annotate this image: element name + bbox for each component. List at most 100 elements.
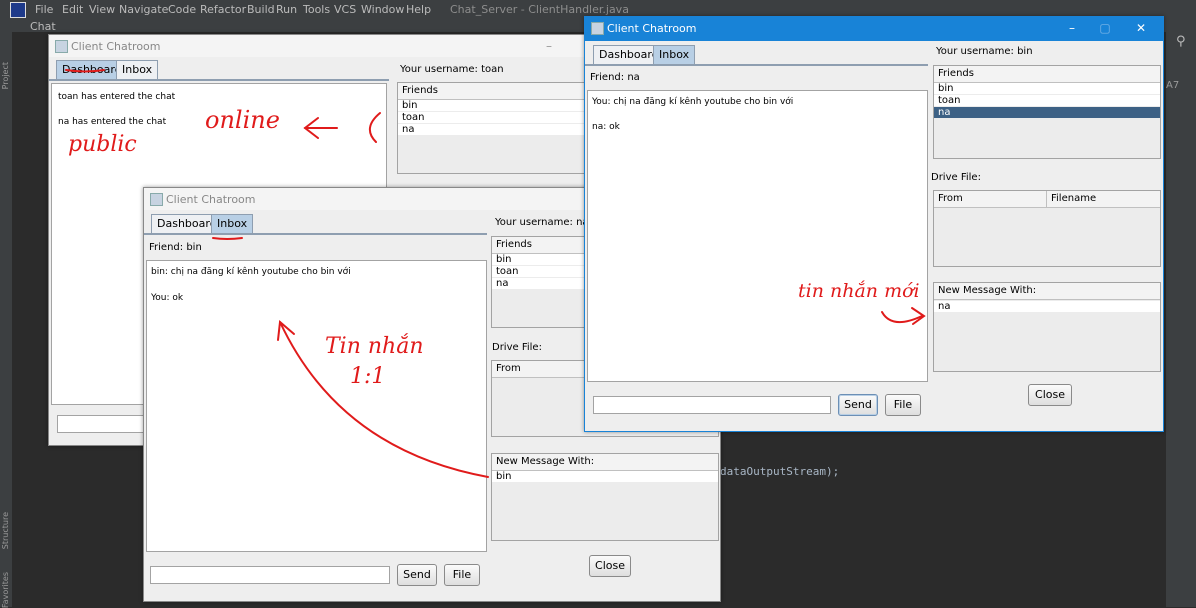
tab-underline <box>49 79 389 81</box>
username-caption: Your username: <box>936 46 1014 57</box>
warning-count: A7 <box>1166 80 1180 91</box>
menu-vcs[interactable]: VCS <box>334 3 356 16</box>
drive-column-from[interactable]: From <box>938 193 963 204</box>
drive-column-filename[interactable]: Filename <box>1046 191 1096 207</box>
username-label: Your username: toan <box>400 64 504 75</box>
menu-run[interactable]: Run <box>276 3 297 16</box>
menu-window[interactable]: Window <box>361 3 404 16</box>
friends-header: Friends <box>934 66 1160 83</box>
message-input[interactable] <box>150 566 390 584</box>
tab-underline <box>585 64 928 66</box>
new-message-header: New Message With: <box>492 454 718 471</box>
username-label: Your username: na <box>495 217 589 228</box>
friend-row[interactable]: toan <box>398 112 598 123</box>
message: na has entered the chat <box>58 117 167 127</box>
menu-refactor[interactable]: Refactor <box>200 3 246 16</box>
friend-row[interactable]: bin <box>934 83 1160 94</box>
friends-list: Friends bin toan na <box>933 65 1161 159</box>
window-title: Client Chatroom <box>607 22 697 35</box>
ide-title: Chat_Server - ClientHandler.java <box>450 3 629 16</box>
chat-messages: bin: chị na đăng kí kênh youtube cho bin… <box>146 260 487 552</box>
friend-label: Friend: na <box>590 72 640 83</box>
message: You: chị na đăng kí kênh youtube cho bin… <box>592 97 794 107</box>
username-caption: Your username: <box>400 64 478 75</box>
send-button[interactable]: Send <box>397 564 437 586</box>
friend-value: bin <box>186 242 202 253</box>
menu-navigate[interactable]: Navigate <box>119 3 168 16</box>
menu-code[interactable]: Code <box>168 3 196 16</box>
code-line: dataOutputStream); <box>720 465 840 478</box>
close-button[interactable]: Close <box>589 555 631 577</box>
friend-label: Friend: bin <box>149 242 202 253</box>
menu-edit[interactable]: Edit <box>62 3 83 16</box>
new-message-row[interactable]: na <box>934 301 1160 312</box>
username-value: bin <box>1017 46 1033 57</box>
java-icon <box>150 193 163 206</box>
annotation-tin-nhan-moi: tin nhắn mới <box>798 280 920 302</box>
friend-row[interactable]: na <box>398 124 598 135</box>
annotation-tin-nhan: Tin nhắn <box>325 334 424 359</box>
friend-row-selected[interactable]: na <box>934 107 1160 118</box>
window-bin: Client Chatroom – ▢ ✕ Dashboard Inbox Fr… <box>584 16 1164 432</box>
friend-caption: Friend: <box>149 242 184 253</box>
menu-tools[interactable]: Tools <box>303 3 330 16</box>
friend-value: na <box>627 72 640 83</box>
window-bin-titlebar[interactable]: Client Chatroom – ▢ ✕ <box>585 17 1163 41</box>
tab-bar: Dashboard Inbox <box>56 60 396 80</box>
minimize-icon[interactable]: – <box>1062 20 1082 36</box>
minimize-icon[interactable]: – <box>539 38 559 54</box>
ide-left-toolstrip: Project Structure Favorites <box>0 32 12 608</box>
drive-file-label: Drive File: <box>492 342 542 353</box>
maximize-icon[interactable]: ▢ <box>1095 20 1115 36</box>
window-title: Client Chatroom <box>71 40 161 53</box>
message: na: ok <box>592 122 620 132</box>
annotation-public: public <box>68 132 137 157</box>
friends-header: Friends <box>398 83 598 100</box>
file-button[interactable]: File <box>885 394 921 416</box>
menu-help[interactable]: Help <box>406 3 431 16</box>
annotation-online: online <box>205 106 280 134</box>
window-toan-titlebar[interactable]: Client Chatroom – <box>49 35 609 57</box>
friends-list: Friends bin toan na <box>397 82 599 174</box>
tab-inbox[interactable]: Inbox <box>211 214 254 234</box>
annotation-one-one: 1:1 <box>350 364 386 389</box>
window-title: Client Chatroom <box>166 193 256 206</box>
chat-messages: You: chị na đăng kí kênh youtube cho bin… <box>587 90 928 382</box>
message: toan has entered the chat <box>58 92 176 102</box>
friend-row[interactable]: toan <box>934 95 1160 106</box>
new-message-list: New Message With: bin <box>491 453 719 541</box>
ide-file-tab[interactable]: Chat <box>30 20 56 33</box>
menu-file[interactable]: File <box>35 3 53 16</box>
tab-bar: Dashboard Inbox <box>593 45 933 65</box>
drive-table-header: From Filename <box>934 191 1160 208</box>
drive-file-table: From Filename <box>933 190 1161 267</box>
java-icon <box>591 22 604 35</box>
username-label: Your username: bin <box>936 46 1033 57</box>
new-message-header: New Message With: <box>934 283 1160 300</box>
java-icon <box>55 40 68 53</box>
close-button[interactable]: Close <box>1028 384 1072 406</box>
menu-view[interactable]: View <box>89 3 115 16</box>
username-value: toan <box>481 64 504 75</box>
tab-inbox[interactable]: Inbox <box>653 45 696 65</box>
tab-inbox[interactable]: Inbox <box>116 60 159 80</box>
send-button[interactable]: Send <box>838 394 878 416</box>
friend-row[interactable]: bin <box>398 100 598 111</box>
menu-build[interactable]: Build <box>247 3 275 16</box>
structure-tool-label[interactable]: Structure <box>1 512 10 549</box>
message-input[interactable] <box>593 396 831 414</box>
message: You: ok <box>151 293 184 303</box>
favorites-tool-label[interactable]: Favorites <box>1 572 10 608</box>
new-message-row[interactable]: bin <box>492 471 718 482</box>
friend-caption: Friend: <box>590 72 625 83</box>
file-button[interactable]: File <box>444 564 480 586</box>
tab-underline <box>144 233 487 235</box>
message: bin: chị na đăng kí kênh youtube cho bin… <box>151 267 351 277</box>
tab-bar: Dashboard Inbox <box>151 214 491 234</box>
username-caption: Your username: <box>495 217 573 228</box>
search-icon[interactable]: ⚲ <box>1176 34 1186 49</box>
close-icon[interactable]: ✕ <box>1131 20 1151 36</box>
ide-logo-icon <box>10 2 26 18</box>
ide-right-toolstrip: ⚲ <box>1166 0 1196 607</box>
project-tool-label[interactable]: Project <box>1 62 10 89</box>
